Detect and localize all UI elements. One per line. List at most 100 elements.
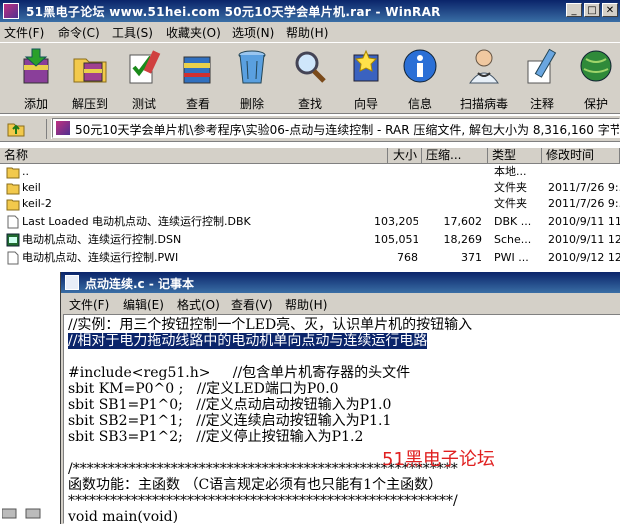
delete-button[interactable]: 删除	[226, 45, 278, 113]
status-drive-icon	[2, 508, 41, 519]
comment-pen-icon	[527, 48, 557, 84]
archive-icon	[56, 121, 70, 135]
file-list-remainder	[0, 272, 60, 524]
file-packed: 17,602	[443, 215, 483, 228]
view-books-icon	[183, 56, 211, 84]
protect-button[interactable]: 保护	[570, 45, 620, 113]
extract-to-button[interactable]: 解压到	[64, 45, 116, 113]
list-item[interactable]: Last Loaded 电动机点动、连续运行控制.DBK 103,205 17,…	[0, 214, 620, 230]
add-label: 添加	[23, 97, 48, 111]
test-label: 测试	[131, 97, 156, 111]
menu-tools[interactable]: 工具(S)	[112, 24, 153, 41]
menu-options[interactable]: 选项(N)	[232, 24, 274, 41]
list-item[interactable]: keil-2 文件夹 2011/7/26 9:...	[0, 196, 620, 212]
file-modified: 2010/9/11 12:...	[548, 233, 620, 246]
list-item[interactable]: .. 本地...	[0, 164, 620, 180]
archive-path-field[interactable]: 50元10天学会单片机\参考程序\实验06-点动与连续控制 - RAR 压缩文件…	[52, 118, 620, 138]
code-line: //实例：用三个按钮控制一个LED亮、灭，认识单片机的按钮输入	[68, 317, 473, 333]
code-line: sbit SB2=P1^1; //定义连续启动按钮输入为P1.1	[68, 413, 392, 429]
schematic-file-icon	[6, 233, 20, 247]
find-button[interactable]: 查找	[284, 45, 336, 113]
magnifier-icon	[295, 51, 326, 83]
file-name: keil	[22, 181, 41, 194]
add-button[interactable]: 添加	[10, 45, 62, 113]
winrar-app-icon[interactable]	[3, 3, 19, 19]
col-name[interactable]: 名称	[0, 148, 388, 164]
file-name: Last Loaded 电动机点动、连续运行控制.DBK	[22, 215, 251, 228]
file-packed: 371	[461, 251, 482, 264]
notepad-menu-edit[interactable]: 编辑(E)	[123, 296, 164, 313]
notepad-text-area[interactable]: //实例：用三个按钮控制一个LED亮、灭，认识单片机的按钮输入 //相对于电力拖…	[63, 314, 620, 524]
extract-folder-icon	[73, 58, 107, 83]
wizard-wand-icon	[353, 49, 379, 82]
col-modified[interactable]: 修改时间	[542, 148, 620, 164]
code-line: #include<reg51.h> //包含单片机寄存器的头文件	[68, 365, 411, 381]
col-type[interactable]: 类型	[488, 148, 542, 164]
file-type: 文件夹	[494, 181, 527, 194]
info-label: 信息	[407, 97, 432, 111]
comment-label: 注释	[529, 97, 554, 111]
code-line: sbit SB1=P1^0; //定义点动启动按钮输入为P1.0	[68, 397, 392, 413]
notepad-menu-bar: 文件(F) 编辑(E) 格式(O) 查看(V) 帮助(H)	[61, 293, 620, 313]
file-type: PWI ...	[494, 251, 529, 264]
file-name: keil-2	[22, 197, 52, 210]
document-icon	[7, 215, 19, 229]
menu-help[interactable]: 帮助(H)	[286, 24, 328, 41]
file-modified: 2011/7/26 9:...	[548, 181, 620, 194]
file-modified: 2010/9/12 12:...	[548, 251, 620, 264]
code-line: ****************************************…	[68, 493, 458, 509]
test-check-icon	[129, 50, 161, 84]
file-packed: 18,269	[443, 233, 483, 246]
info-button[interactable]: 信息	[394, 45, 446, 113]
info-icon	[403, 49, 437, 83]
wizard-button[interactable]: 向导	[340, 45, 392, 113]
file-size: 103,205	[374, 215, 418, 228]
doctor-icon	[469, 49, 499, 84]
menu-favorites[interactable]: 收藏夹(O)	[166, 24, 221, 41]
notepad-menu-file[interactable]: 文件(F)	[69, 296, 109, 313]
file-modified: 2011/7/26 9:...	[548, 197, 620, 210]
delete-label: 删除	[239, 97, 264, 111]
col-packed[interactable]: 压缩...	[422, 148, 488, 164]
code-line: void main(void)	[68, 509, 179, 524]
menu-file[interactable]: 文件(F)	[4, 24, 44, 41]
code-line: sbit SB3=P1^2; //定义停止按钮输入为P1.2	[68, 429, 364, 445]
notepad-menu-help[interactable]: 帮助(H)	[285, 296, 327, 313]
add-archive-icon	[23, 48, 49, 84]
file-size: 105,051	[374, 233, 418, 246]
notepad-icon[interactable]	[65, 275, 79, 290]
notepad-menu-format[interactable]: 格式(O)	[177, 296, 220, 313]
winrar-menu-bar: 文件(F) 命令(C) 工具(S) 收藏夹(O) 选项(N) 帮助(H)	[0, 22, 620, 42]
code-line: 函数功能：主函数 （C语言规定必须有也只能有1个主函数）	[68, 477, 443, 493]
scan-virus-button[interactable]: 扫描病毒	[458, 45, 510, 113]
col-size[interactable]: 大小	[388, 148, 422, 164]
forum-watermark: 51黑电子论坛	[382, 449, 495, 470]
scan-virus-label: 扫描病毒	[459, 97, 508, 111]
up-folder-icon[interactable]	[6, 119, 26, 137]
list-item[interactable]: 电动机点动、连续运行控制.DSN 105,051 18,269 Sche... …	[0, 232, 620, 248]
view-label: 查看	[185, 97, 210, 111]
notepad-menu-view[interactable]: 查看(V)	[231, 296, 273, 313]
winrar-toolbar: 添加 解压到 测试 查看 删除 查找 向导 信息 扫描病毒 注释 保护	[0, 42, 620, 114]
address-bar: 50元10天学会单片机\参考程序\实验06-点动与连续控制 - RAR 压缩文件…	[0, 116, 620, 142]
file-size: 768	[397, 251, 418, 264]
find-label: 查找	[297, 97, 322, 111]
extract-to-label: 解压到	[71, 97, 108, 111]
file-name: 电动机点动、连续运行控制.PWI	[22, 251, 179, 264]
minimize-button[interactable]: _	[566, 3, 582, 17]
folder-up-icon	[6, 167, 20, 179]
view-button[interactable]: 查看	[172, 45, 224, 113]
notepad-window: 点动连续.c - 记事本 文件(F) 编辑(E) 格式(O) 查看(V) 帮助(…	[60, 272, 620, 524]
list-item[interactable]: 电动机点动、连续运行控制.PWI 768 371 PWI ... 2010/9/…	[0, 250, 620, 266]
list-item[interactable]: keil 文件夹 2011/7/26 9:...	[0, 180, 620, 196]
code-line: sbit KM=P0^0 ; //定义LED端口为P0.0	[68, 381, 339, 397]
file-name: 电动机点动、连续运行控制.DSN	[22, 233, 182, 246]
menu-commands[interactable]: 命令(C)	[58, 24, 100, 41]
comment-button[interactable]: 注释	[516, 45, 568, 113]
file-name: ..	[22, 165, 29, 178]
notepad-title: 点动连续.c - 记事本	[85, 277, 195, 291]
maximize-button[interactable]: □	[584, 3, 600, 17]
archive-path-text: 50元10天学会单片机\参考程序\实验06-点动与连续控制 - RAR 压缩文件…	[75, 123, 620, 137]
close-button[interactable]: ✕	[602, 3, 618, 17]
test-button[interactable]: 测试	[118, 45, 170, 113]
